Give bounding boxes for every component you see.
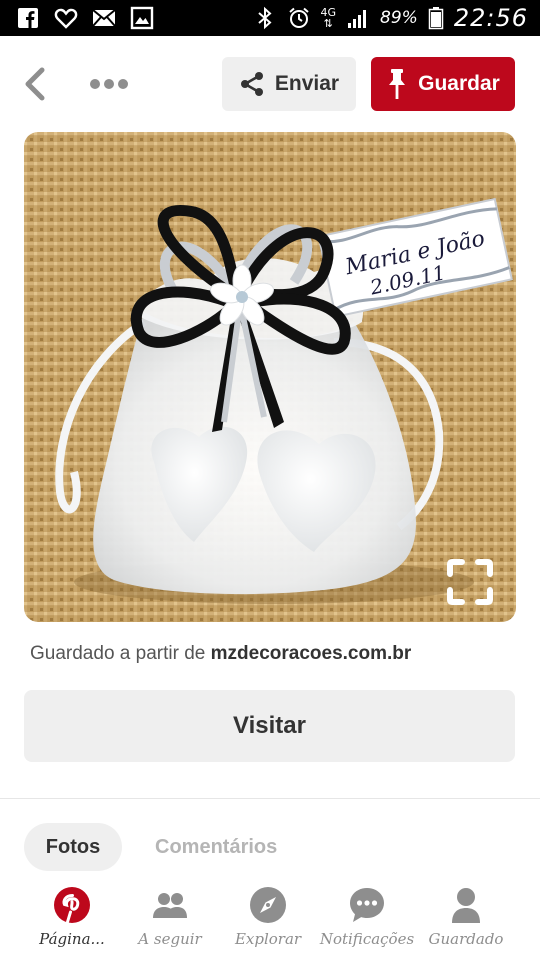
nav-explore[interactable]: Explorar bbox=[218, 886, 318, 956]
back-button[interactable] bbox=[20, 66, 52, 102]
notification-icons bbox=[16, 6, 154, 30]
facebook-icon bbox=[18, 8, 38, 28]
image-icon bbox=[130, 6, 154, 30]
battery-percent: 89% bbox=[380, 8, 418, 28]
visit-button[interactable]: Visitar bbox=[24, 690, 515, 762]
more-options-button[interactable] bbox=[86, 70, 132, 98]
favor-bag-photo: Maria e João 2.09.11 bbox=[24, 132, 516, 622]
chevron-left-icon bbox=[25, 67, 45, 101]
status-bar: 4G ⇅ 89% 22:56 bbox=[0, 0, 540, 36]
send-label: Enviar bbox=[274, 72, 340, 95]
bottom-navigation: Página... A seguir Explorar Notificações bbox=[0, 882, 540, 960]
nav-saved[interactable]: Guardado bbox=[416, 886, 516, 956]
save-label: Guardar bbox=[418, 72, 500, 95]
battery-icon bbox=[428, 7, 444, 30]
speech-bubble-icon bbox=[350, 888, 384, 922]
pin-image[interactable]: Maria e João 2.09.11 bbox=[24, 132, 516, 622]
expand-icon bbox=[447, 559, 493, 605]
tab-photos-label: Fotos bbox=[45, 835, 101, 858]
save-button[interactable]: Guardar bbox=[371, 57, 515, 111]
person-icon bbox=[452, 888, 480, 923]
alarm-icon bbox=[288, 7, 309, 28]
source-attribution: Guardado a partir de mzdecoracoes.com.br bbox=[30, 643, 411, 665]
bluetooth-icon bbox=[257, 6, 272, 30]
nav-home-label: Página... bbox=[39, 930, 105, 948]
pinterest-logo-icon bbox=[54, 887, 90, 924]
nav-home[interactable]: Página... bbox=[22, 886, 122, 956]
nav-explore-label: Explorar bbox=[234, 930, 302, 948]
system-status: 4G ⇅ 89% 22:56 bbox=[253, 4, 529, 32]
nav-saved-label: Guardado bbox=[428, 930, 504, 948]
visit-label: Visitar bbox=[233, 712, 306, 739]
nav-notifications[interactable]: Notificações bbox=[317, 886, 417, 956]
signal-icon bbox=[348, 10, 367, 28]
section-divider bbox=[0, 798, 540, 799]
share-icon bbox=[240, 72, 263, 96]
expand-image-button[interactable] bbox=[444, 556, 496, 608]
mail-icon bbox=[92, 9, 116, 27]
source-domain-link[interactable]: mzdecoracoes.com.br bbox=[211, 643, 412, 664]
network-indicator: 4G ⇅ bbox=[321, 7, 337, 29]
data-arrows-icon: ⇅ bbox=[323, 17, 333, 30]
pushpin-icon bbox=[389, 69, 406, 99]
send-button[interactable]: Enviar bbox=[222, 57, 356, 111]
tab-comments[interactable]: Comentários bbox=[155, 836, 277, 859]
compass-icon bbox=[250, 887, 286, 923]
people-icon bbox=[153, 893, 187, 918]
nav-notifications-label: Notificações bbox=[319, 930, 415, 948]
ellipsis-icon bbox=[90, 79, 128, 89]
heart-icon bbox=[54, 8, 78, 29]
tab-photos[interactable]: Fotos bbox=[24, 823, 122, 871]
clock: 22:56 bbox=[453, 4, 528, 32]
nav-following-label: A seguir bbox=[138, 930, 202, 948]
source-prefix: Guardado a partir de bbox=[30, 643, 206, 664]
nav-following[interactable]: A seguir bbox=[120, 886, 220, 956]
